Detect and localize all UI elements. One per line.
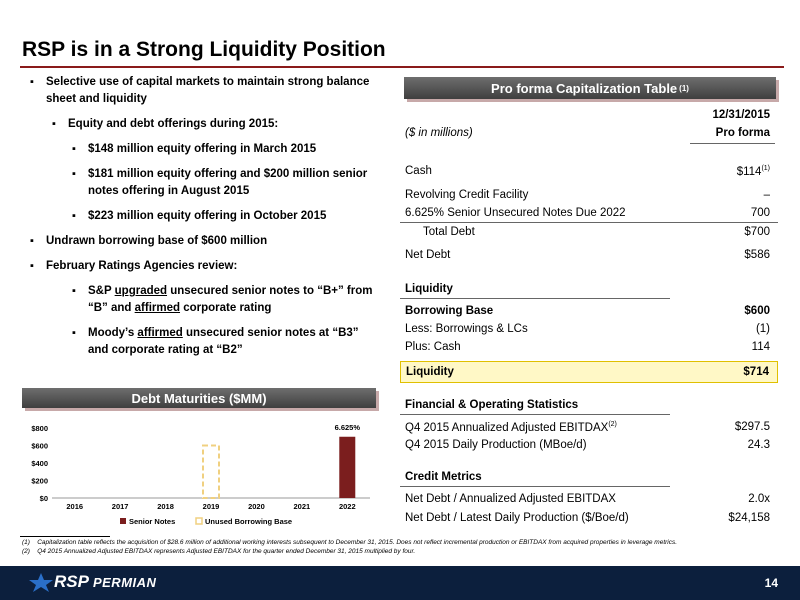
page-number: 14 xyxy=(764,576,778,590)
cap-section-credit: Credit Metrics xyxy=(405,471,482,483)
bullet-march-offering: $148 million equity offering in March 20… xyxy=(72,141,380,158)
bullet-borrowing-base: Undrawn borrowing base of $600 million xyxy=(30,233,380,250)
legend-swatch xyxy=(120,518,126,524)
cap-header-date: 12/31/2015 xyxy=(712,109,770,121)
bullet-sp-rating: S&P upgraded unsecured senior notes to “… xyxy=(72,283,380,317)
senior-notes-bar xyxy=(339,436,356,498)
bullet-ratings: February Ratings Agencies review: xyxy=(30,258,380,275)
cap-col-header: Pro forma xyxy=(715,127,770,139)
cap-row-liquidity-total: Liquidity $714 xyxy=(400,361,778,383)
bullet-capital-markets: Selective use of capital markets to main… xyxy=(30,74,380,108)
debt-maturities-chart: $0 $200 $400 $600 $800 2016 2017 2018 2019 2020 20… xyxy=(20,420,380,532)
cap-row-notes: 6.625% Senior Unsecured Notes Due 2022 70… xyxy=(405,207,770,219)
cap-row-ebitdax: Q4 2015 Annualized Adjusted EBITDAX(2) $… xyxy=(405,420,770,434)
bar-annotation: 6.625% xyxy=(335,423,361,432)
x-tick-label: 2021 xyxy=(294,502,311,511)
liquidity-rule xyxy=(400,298,670,299)
bullet-august-offering: $181 million equity offering and $200 mi… xyxy=(72,166,380,200)
y-tick-label: $400 xyxy=(31,459,48,468)
footer-bar: RSP PERMIAN 14 xyxy=(0,566,800,600)
unused-borrowing-base-bar xyxy=(202,444,220,499)
cap-row-net-debt: Net Debt $586 xyxy=(405,249,770,261)
credit-rule xyxy=(400,486,670,487)
cap-section-financial: Financial & Operating Statistics xyxy=(405,399,579,411)
footnote-2: (2) Q4 2015 Annualized Adjusted EBITDAX … xyxy=(22,548,416,555)
x-tick-label: 2020 xyxy=(248,502,265,511)
x-tick-label: 2017 xyxy=(112,502,129,511)
legend-label: Unused Borrowing Base xyxy=(205,517,292,526)
bullet-moodys-rating: Moody’s affirmed unsecured senior notes … xyxy=(72,325,380,359)
title-rule xyxy=(20,66,784,68)
footnote-1: (1) Capitalization table reflects the ac… xyxy=(22,539,678,546)
footnote-rule xyxy=(20,536,110,537)
cap-row-plus-cash: Plus: Cash 114 xyxy=(405,341,770,353)
x-tick-label: 2018 xyxy=(157,502,174,511)
footnotes: (1) Capitalization table reflects the ac… xyxy=(22,538,677,556)
chart-svg: $0 $200 $400 $600 $800 2016 2017 2018 2019 2020 20… xyxy=(31,423,370,526)
debt-maturities-banner: Debt Maturities ($MM) xyxy=(22,388,376,408)
cap-row-nd-ebitdax: Net Debt / Annualized Adjusted EBITDAX 2.… xyxy=(405,493,770,505)
x-tick-label: 2019 xyxy=(203,502,220,511)
financial-rule xyxy=(400,414,670,415)
legend-label: Senior Notes xyxy=(129,517,175,526)
logo-star-icon xyxy=(29,573,53,592)
x-tick-label: 2016 xyxy=(66,502,83,511)
y-tick-label: $0 xyxy=(40,494,48,503)
company-logo: RSP PERMIAN xyxy=(28,572,156,592)
cap-row-nd-production: Net Debt / Latest Daily Production ($/Bo… xyxy=(405,512,770,524)
cap-row-borrowing-base: Borrowing Base $600 xyxy=(405,305,770,317)
y-tick-label: $600 xyxy=(31,442,48,451)
cap-header-rule xyxy=(690,143,775,144)
cap-row-production: Q4 2015 Daily Production (MBoe/d) 24.3 xyxy=(405,439,770,451)
y-tick-label: $200 xyxy=(31,477,48,486)
bullet-offerings: Equity and debt offerings during 2015: xyxy=(52,116,380,133)
bullet-list: Selective use of capital markets to main… xyxy=(30,74,380,367)
bullet-october-offering: $223 million equity offering in October … xyxy=(72,208,380,225)
cap-row-cash: Cash $114(1) xyxy=(405,164,770,178)
legend-swatch xyxy=(195,517,203,525)
y-tick-label: $800 xyxy=(31,424,48,433)
cap-units: ($ in millions) xyxy=(405,127,473,139)
cap-table-banner: Pro forma Capitalization Table (1) xyxy=(404,77,776,99)
cap-section-liquidity: Liquidity xyxy=(405,283,453,295)
cap-row-less-borrowings: Less: Borrowings & LCs (1) xyxy=(405,323,770,335)
x-tick-label: 2022 xyxy=(339,502,356,511)
cap-header-row: ($ in millions) Pro forma xyxy=(400,124,778,142)
page-title: RSP is in a Strong Liquidity Position xyxy=(22,38,386,61)
cap-row-rcf: Revolving Credit Facility – xyxy=(405,189,770,201)
cap-row-total-debt: Total Debt $700 xyxy=(400,222,778,240)
